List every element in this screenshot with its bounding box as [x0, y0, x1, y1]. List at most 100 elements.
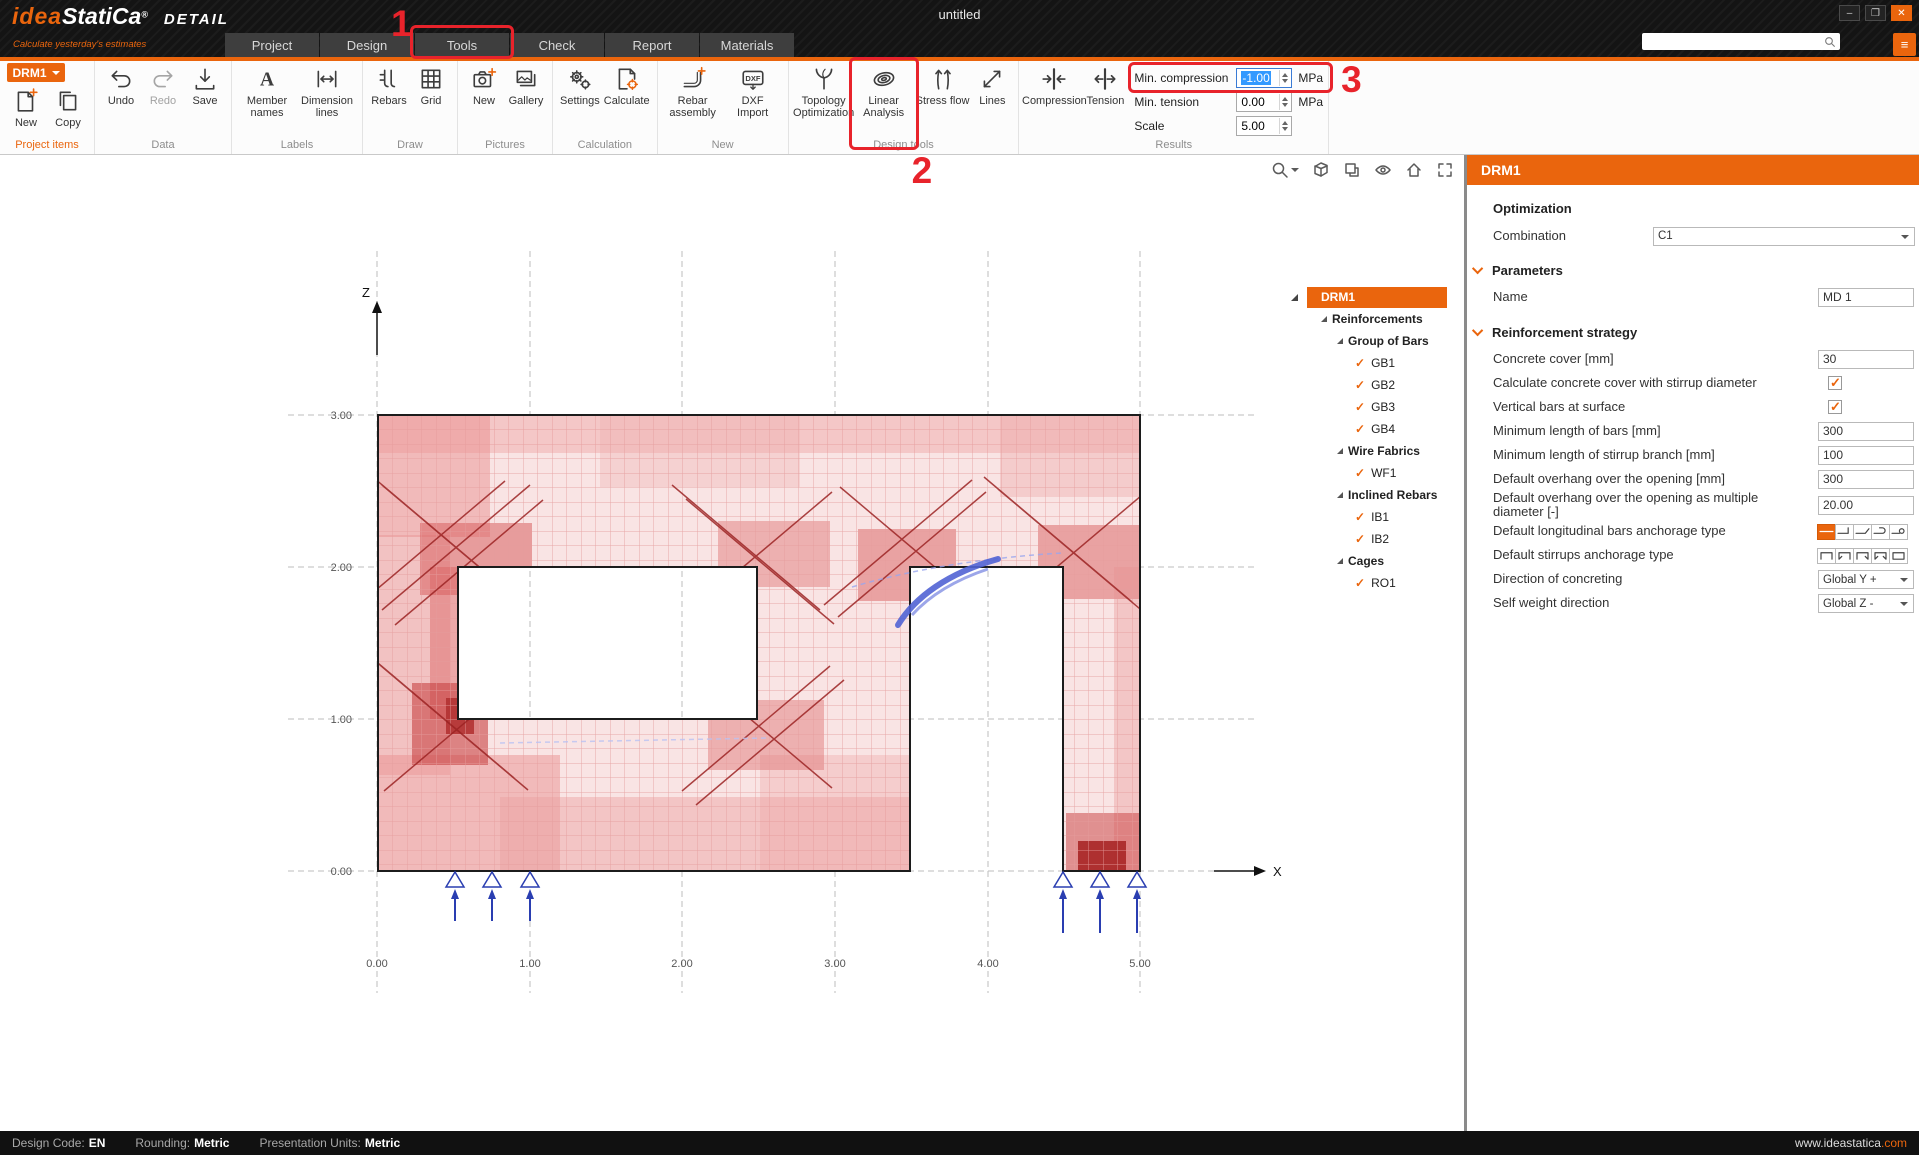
dimension-lines-button[interactable]: Dimension lines	[297, 64, 357, 120]
tree-item-ro1[interactable]: ✓RO1	[1307, 572, 1447, 594]
tab-tools[interactable]: Tools 1	[415, 33, 509, 57]
stirrup-closed-button[interactable]	[1889, 548, 1908, 564]
home-view-button[interactable]	[1405, 161, 1423, 179]
topology-optimization-button[interactable]: Topology Optimization	[794, 64, 854, 120]
tree-item-reinforcements[interactable]: Reinforcements	[1307, 308, 1447, 330]
section-parameters[interactable]: Parameters	[1467, 255, 1919, 285]
save-button[interactable]: Save	[184, 64, 226, 107]
scale-input[interactable]: 5.00	[1236, 116, 1292, 136]
copy-project-item-button[interactable]: Copy	[47, 86, 89, 129]
name-input[interactable]: MD 1	[1818, 288, 1914, 307]
expand-arrow-icon[interactable]	[1337, 558, 1343, 564]
new-project-item-button[interactable]: New	[5, 86, 47, 129]
tree-item-ib2[interactable]: ✓IB2	[1307, 528, 1447, 550]
restore-button[interactable]: ❐	[1865, 5, 1886, 21]
account-panel-button[interactable]: ≡	[1893, 33, 1916, 56]
spinner-icon[interactable]	[1279, 94, 1290, 110]
settings-button[interactable]: Settings	[558, 64, 602, 107]
stirrup-hook-both-button[interactable]	[1871, 548, 1890, 564]
min-compression-input[interactable]: -1.00	[1236, 68, 1292, 88]
tab-report[interactable]: Report	[605, 33, 699, 57]
tree-item-group-of-bars[interactable]: Group of Bars	[1307, 330, 1447, 352]
tree-item-gb4[interactable]: ✓GB4	[1307, 418, 1447, 440]
properties-header[interactable]: DRM1	[1467, 155, 1919, 185]
gallery-button[interactable]: Gallery	[505, 64, 547, 107]
eye-icon	[1374, 161, 1392, 179]
min-tension-input[interactable]: 0.00	[1236, 92, 1292, 112]
stirrup-hook-left-button[interactable]	[1835, 548, 1854, 564]
concreting-direction-select[interactable]: Global Y +	[1818, 570, 1914, 589]
property-row: Default overhang over the opening [mm] 3…	[1467, 467, 1919, 491]
tension-button[interactable]: Tension	[1084, 64, 1126, 107]
linear-analysis-button[interactable]: Linear Analysis 2	[854, 64, 914, 120]
tab-project[interactable]: Project	[225, 33, 319, 57]
anchorage-hook90-button[interactable]	[1835, 524, 1854, 540]
combination-select[interactable]: C1	[1653, 227, 1915, 246]
stirrup-hook-right-button[interactable]	[1853, 548, 1872, 564]
concrete-cover-input[interactable]: 30	[1818, 350, 1914, 369]
compression-button[interactable]: Compression	[1024, 64, 1084, 107]
tree-item-gb2[interactable]: ✓GB2	[1307, 374, 1447, 396]
calculate-button[interactable]: Calculate	[602, 64, 652, 107]
stirrup-cover-checkbox[interactable]	[1828, 376, 1842, 390]
overhang-multiple-input[interactable]: 20.00	[1818, 496, 1914, 515]
property-row: Default longitudinal bars anchorage type	[1467, 520, 1919, 544]
tree-root-drm1[interactable]: DRM1	[1307, 287, 1447, 308]
spinner-icon[interactable]	[1279, 118, 1290, 134]
tree-item-gb3[interactable]: ✓GB3	[1307, 396, 1447, 418]
expand-arrow-icon[interactable]	[1321, 316, 1327, 322]
anchorage-hook180-button[interactable]	[1871, 524, 1890, 540]
visibility-button[interactable]	[1374, 161, 1392, 179]
layers-icon	[1343, 161, 1361, 179]
isometric-view-button[interactable]	[1312, 161, 1330, 179]
fit-view-button[interactable]	[1436, 161, 1454, 179]
undo-button[interactable]: Undo	[100, 64, 142, 107]
member-names-button[interactable]: A Member names	[237, 64, 297, 120]
close-button[interactable]: ✕	[1891, 5, 1912, 21]
zoom-button[interactable]	[1271, 161, 1299, 179]
anchorage-hook135-button[interactable]	[1853, 524, 1872, 540]
collapse-arrow-icon[interactable]	[1291, 294, 1298, 301]
tab-materials[interactable]: Materials	[700, 33, 794, 57]
section-reinforcement-strategy[interactable]: Reinforcement strategy	[1467, 317, 1919, 347]
new-picture-button[interactable]: New	[463, 64, 505, 107]
panel-icon: ≡	[1901, 37, 1909, 52]
search-input[interactable]	[1642, 36, 1824, 48]
expand-arrow-icon[interactable]	[1337, 492, 1343, 498]
tree-item-cages[interactable]: Cages	[1307, 550, 1447, 572]
copy-icon	[55, 88, 81, 114]
model-view[interactable]: Z X 3.00 2.00 1.00 0.00 0.00 1.00 2.00 3…	[0, 155, 1464, 1131]
model-canvas[interactable]: Z X 3.00 2.00 1.00 0.00 0.00 1.00 2.00 3…	[0, 155, 1464, 1131]
grid-button[interactable]: Grid	[410, 64, 452, 107]
vertical-bars-checkbox[interactable]	[1828, 400, 1842, 414]
website-link[interactable]: www.ideastatica.com	[1795, 1136, 1907, 1150]
minimize-button[interactable]: –	[1839, 5, 1860, 21]
rebar-assembly-button[interactable]: Rebar assembly	[663, 64, 723, 120]
spinner-icon[interactable]	[1279, 70, 1290, 86]
anchorage-loop-button[interactable]	[1889, 524, 1908, 540]
expand-arrow-icon[interactable]	[1337, 448, 1343, 454]
tree-item-ib1[interactable]: ✓IB1	[1307, 506, 1447, 528]
tree-item-inclined-rebars[interactable]: Inclined Rebars	[1307, 484, 1447, 506]
property-row: Self weight direction Global Z -	[1467, 592, 1919, 616]
stress-flow-button[interactable]: Stress flow	[914, 64, 972, 107]
stirrup-open-button[interactable]	[1817, 548, 1836, 564]
expand-arrow-icon[interactable]	[1337, 338, 1343, 344]
dxf-import-button[interactable]: DXF DXF Import	[723, 64, 783, 120]
min-stirrup-branch-input[interactable]: 100	[1818, 446, 1914, 465]
tab-check[interactable]: Check	[510, 33, 604, 57]
lines-button[interactable]: Lines	[971, 64, 1013, 107]
overhang-opening-input[interactable]: 300	[1818, 470, 1914, 489]
rebars-button[interactable]: Rebars	[368, 64, 410, 107]
anchorage-straight-button[interactable]	[1817, 524, 1836, 540]
svg-text:4.00: 4.00	[977, 958, 998, 970]
min-bar-length-input[interactable]: 300	[1818, 422, 1914, 441]
tree-item-wf1[interactable]: ✓WF1	[1307, 462, 1447, 484]
search-box[interactable]	[1642, 33, 1840, 50]
layers-button[interactable]	[1343, 161, 1361, 179]
self-weight-direction-select[interactable]: Global Z -	[1818, 594, 1914, 613]
project-item-selector[interactable]: DRM1	[7, 63, 65, 82]
tree-item-gb1[interactable]: ✓GB1	[1307, 352, 1447, 374]
redo-button[interactable]: Redo	[142, 64, 184, 107]
tree-item-wire-fabrics[interactable]: Wire Fabrics	[1307, 440, 1447, 462]
